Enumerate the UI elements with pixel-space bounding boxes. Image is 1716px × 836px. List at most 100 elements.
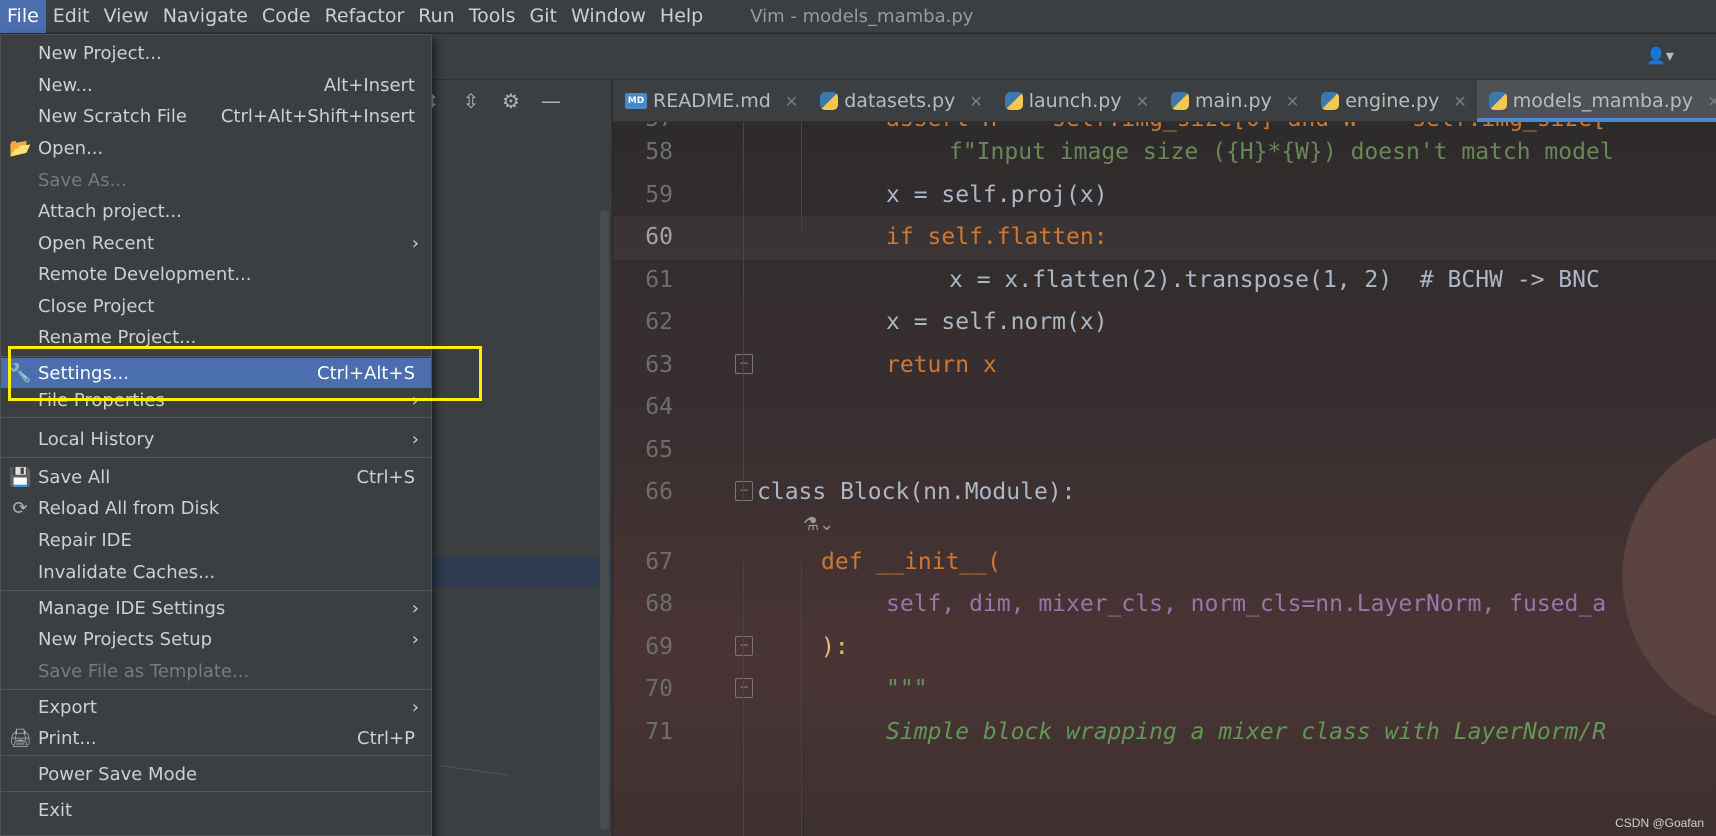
close-icon[interactable]: ✕ (785, 92, 798, 111)
code-line: ): (821, 634, 849, 660)
window-title: Vim - models_mamba.py (750, 5, 974, 27)
tab-launch[interactable]: launch.py ✕ (993, 80, 1159, 122)
printer-icon: 🖨 (9, 727, 32, 749)
menu-item-close-project[interactable]: Close Project (1, 291, 431, 321)
menu-item-reload-all[interactable]: ⟳ Reload All from Disk (1, 493, 431, 523)
menu-separator (1, 590, 431, 591)
highlight-box (8, 346, 482, 401)
fold-marker-icon[interactable]: − (735, 481, 753, 501)
tab-label: models_mamba.py (1512, 90, 1694, 112)
line-number: 68 (645, 591, 673, 617)
close-icon[interactable]: ✕ (1707, 92, 1716, 111)
menu-item-new[interactable]: New... Alt+Insert (1, 70, 431, 100)
menu-item-new-projects-setup[interactable]: New Projects Setup › (1, 624, 431, 654)
menu-item-label: New Project... (38, 42, 162, 64)
menu-item-label: Exit (38, 799, 73, 821)
code-line: self, dim, mixer_cls, norm_cls=nn.LayerN… (886, 591, 1607, 617)
hide-panel-icon[interactable]: — (540, 89, 562, 113)
fold-marker-icon[interactable]: − (735, 678, 753, 698)
menu-separator (1, 791, 431, 792)
tab-readme[interactable]: MD README.md ✕ (613, 80, 808, 122)
menu-git[interactable]: Git (523, 0, 564, 33)
menu-separator (1, 755, 431, 756)
menu-item-save-all[interactable]: 💾 Save All Ctrl+S (1, 462, 431, 492)
file-menu-dropdown: New Project... New... Alt+Insert New Scr… (0, 34, 432, 836)
menu-item-label: Attach project... (38, 200, 182, 222)
code-line: x = x.flatten(2).transpose(1, 2) # BCHW … (949, 267, 1600, 293)
python-file-icon (1321, 92, 1340, 110)
line-number: 62 (645, 309, 673, 335)
menu-window[interactable]: Window (564, 0, 653, 33)
tab-label: datasets.py (844, 90, 956, 112)
menu-item-save-file-as-template[interactable]: Save File as Template... (1, 656, 431, 686)
menu-item-remote-development[interactable]: Remote Development... (1, 259, 431, 289)
ai-assistant-icon[interactable]: ⚗⌄ (803, 514, 834, 535)
code-editor[interactable]: 57 58 59 60 61 62 63 64 65 66 67 68 69 7… (613, 122, 1716, 836)
tab-engine[interactable]: engine.py ✕ (1309, 80, 1477, 122)
line-number: 69 (645, 634, 673, 660)
menu-refactor[interactable]: Refactor (318, 0, 412, 33)
project-scrollbar[interactable] (600, 210, 609, 830)
menu-item-label: Rename Project... (38, 326, 197, 348)
line-number: 66 (645, 479, 673, 505)
menu-item-shortcut: Alt+Insert (323, 74, 415, 96)
menu-item-new-scratch-file[interactable]: New Scratch File Ctrl+Alt+Shift+Insert (1, 101, 431, 131)
python-file-icon (1170, 92, 1189, 110)
fold-marker-icon[interactable]: − (735, 354, 753, 374)
menu-help[interactable]: Help (653, 0, 710, 33)
menu-navigate[interactable]: Navigate (156, 0, 255, 33)
fold-marker-icon[interactable]: − (735, 636, 753, 656)
tab-datasets[interactable]: datasets.py ✕ (808, 80, 992, 122)
menu-tools[interactable]: Tools (462, 0, 523, 33)
menu-item-shortcut: Ctrl+Alt+Shift+Insert (220, 105, 415, 127)
menu-item-repair-ide[interactable]: Repair IDE (1, 525, 431, 555)
menu-item-invalidate-caches[interactable]: Invalidate Caches... (1, 557, 431, 587)
line-number: 61 (645, 267, 673, 293)
menu-item-shortcut: Ctrl+P (357, 727, 415, 749)
menu-item-open[interactable]: 📂 Open... (1, 133, 431, 163)
python-file-icon (1004, 92, 1023, 110)
menu-item-export[interactable]: Export › (1, 692, 431, 722)
indent-guide (743, 562, 744, 836)
menu-run[interactable]: Run (411, 0, 461, 33)
close-icon[interactable]: ✕ (1136, 92, 1149, 111)
divider (440, 765, 510, 776)
close-icon[interactable]: ✕ (1453, 92, 1466, 111)
code-line: """ (886, 676, 928, 702)
line-number: 67 (645, 549, 673, 575)
line-gutter: 57 58 59 60 61 62 63 64 65 66 67 68 69 7… (613, 122, 723, 836)
menu-view[interactable]: View (97, 0, 156, 33)
menu-item-label: Local History (38, 428, 155, 450)
menu-item-new-project[interactable]: New Project... (1, 38, 431, 68)
menu-edit[interactable]: Edit (46, 0, 97, 33)
close-icon[interactable]: ✕ (1286, 92, 1299, 111)
menu-item-local-history[interactable]: Local History › (1, 424, 431, 454)
menu-item-manage-ide-settings[interactable]: Manage IDE Settings › (1, 593, 431, 623)
gear-icon[interactable]: ⚙ (500, 89, 522, 113)
menu-item-label: Invalidate Caches... (38, 561, 216, 583)
menu-item-power-save-mode[interactable]: Power Save Mode (1, 759, 431, 789)
menu-item-attach-project[interactable]: Attach project... (1, 196, 431, 226)
collapse-all-icon[interactable]: ⇳ (460, 89, 482, 113)
menu-file[interactable]: File (0, 0, 46, 33)
selected-tree-row[interactable] (430, 557, 610, 587)
menu-item-label: New Projects Setup (38, 628, 213, 650)
menu-item-print[interactable]: 🖨 Print... Ctrl+P (1, 723, 431, 753)
tab-main[interactable]: main.py ✕ (1159, 80, 1309, 122)
menu-item-label: Close Project (38, 295, 155, 317)
indent-guide (743, 122, 744, 502)
menu-item-label: Print... (38, 727, 97, 749)
menu-code[interactable]: Code (255, 0, 318, 33)
menu-item-exit[interactable]: Exit (1, 795, 431, 825)
menu-item-label: New Scratch File (38, 105, 187, 127)
tab-models-mamba[interactable]: models_mamba.py ✕ (1476, 80, 1716, 122)
account-icon[interactable]: 👤▾ (1646, 46, 1686, 68)
close-icon[interactable]: ✕ (969, 92, 982, 111)
menu-item-label: Save As... (38, 169, 127, 191)
menu-item-save-as[interactable]: Save As... (1, 165, 431, 195)
editor-tabs: MD README.md ✕ datasets.py ✕ launch.py ✕… (613, 80, 1716, 122)
line-number: 71 (645, 719, 673, 745)
line-number: 65 (645, 437, 673, 463)
code-line: class Block(nn.Module): (757, 479, 1076, 505)
menu-item-open-recent[interactable]: Open Recent › (1, 228, 431, 258)
